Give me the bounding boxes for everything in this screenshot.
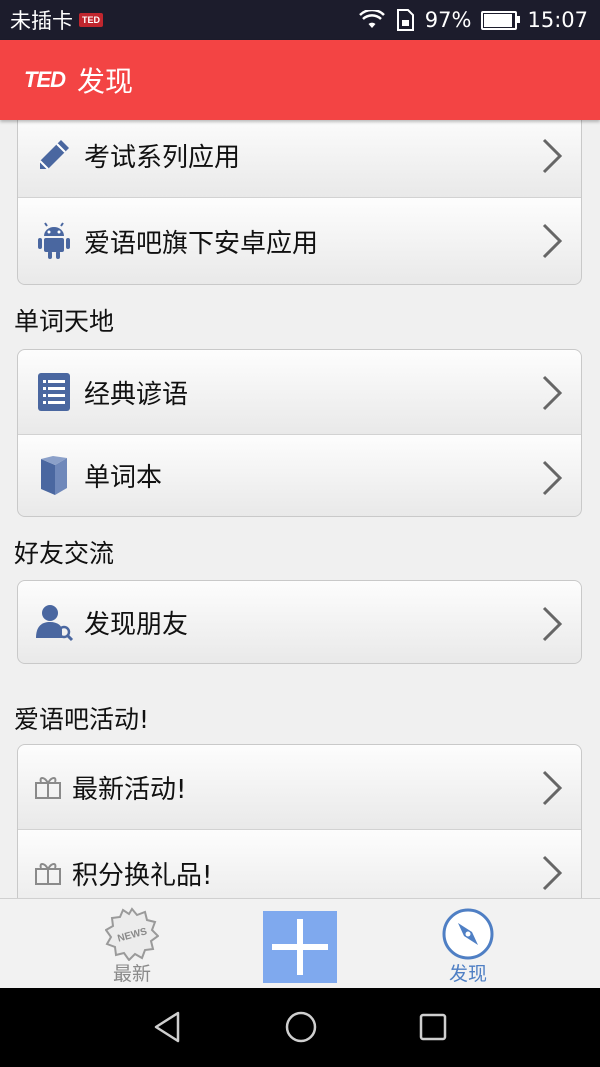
status-bar: 未插卡 TED 97% 15:07 bbox=[0, 0, 600, 40]
compass-icon bbox=[442, 908, 494, 960]
list-item-points-exchange[interactable]: 积分换礼品! bbox=[18, 830, 581, 898]
apps-card: 考试系列应用 爱语吧旗下安卓应用 bbox=[17, 120, 582, 285]
battery-percent: 97% bbox=[424, 8, 472, 32]
bottom-nav: NEWS 最新 发现 bbox=[0, 898, 600, 989]
pencil-icon bbox=[34, 135, 74, 175]
list-icon bbox=[34, 372, 74, 412]
tab-news-label: 最新 bbox=[112, 963, 151, 985]
page-title: 发现 bbox=[77, 65, 134, 98]
chevron-right-icon bbox=[542, 138, 563, 174]
system-nav-bar bbox=[0, 988, 600, 1067]
discover-list[interactable]: 考试系列应用 爱语吧旗下安卓应用 单词天地 经典谚语 单词本 好友交流 发现朋友… bbox=[0, 120, 600, 898]
back-icon[interactable] bbox=[152, 1010, 182, 1044]
chevron-right-icon bbox=[542, 855, 563, 891]
section-title-friends: 好友交流 bbox=[14, 539, 115, 568]
chevron-right-icon bbox=[542, 223, 563, 259]
sim-icon bbox=[396, 9, 414, 31]
gift-icon bbox=[32, 767, 64, 807]
tab-discover-label: 发现 bbox=[448, 963, 487, 985]
home-icon[interactable] bbox=[284, 1010, 318, 1044]
carrier-text: 未插卡 bbox=[10, 9, 73, 33]
add-button[interactable] bbox=[263, 911, 337, 983]
chevron-right-icon bbox=[542, 606, 563, 642]
battery-icon bbox=[481, 10, 521, 30]
section-title-words: 单词天地 bbox=[14, 307, 115, 336]
list-item-proverbs[interactable]: 经典谚语 bbox=[18, 350, 581, 435]
plus-icon bbox=[272, 919, 328, 975]
friends-card: 发现朋友 bbox=[17, 580, 582, 664]
wifi-icon bbox=[358, 10, 385, 28]
chevron-right-icon bbox=[542, 460, 563, 496]
chevron-right-icon bbox=[542, 375, 563, 411]
find-friend-icon bbox=[34, 602, 74, 642]
list-item-label: 考试系列应用 bbox=[84, 142, 241, 173]
list-item-label: 爱语吧旗下安卓应用 bbox=[84, 228, 319, 259]
chevron-right-icon bbox=[542, 770, 563, 806]
words-card: 经典谚语 单词本 bbox=[17, 349, 582, 517]
list-item-find-friends[interactable]: 发现朋友 bbox=[18, 581, 581, 663]
list-item-label: 积分换礼品! bbox=[72, 860, 213, 891]
gift-icon bbox=[32, 853, 64, 893]
list-item-exam-apps[interactable]: 考试系列应用 bbox=[18, 120, 581, 198]
book-icon bbox=[34, 455, 74, 496]
list-item-latest-events[interactable]: 最新活动! bbox=[18, 745, 581, 830]
tab-discover[interactable]: 发现 bbox=[418, 907, 518, 986]
clock: 15:07 bbox=[527, 8, 588, 32]
list-item-label: 发现朋友 bbox=[84, 609, 189, 640]
section-title-events: 爱语吧活动! bbox=[14, 705, 150, 734]
list-item-vocabulary-book[interactable]: 单词本 bbox=[18, 435, 581, 516]
list-item-android-apps[interactable]: 爱语吧旗下安卓应用 bbox=[18, 198, 581, 284]
app-bar: TED 发现 bbox=[0, 40, 600, 120]
recents-icon[interactable] bbox=[418, 1012, 448, 1042]
news-badge-icon: NEWS bbox=[104, 907, 160, 962]
list-item-label: 单词本 bbox=[84, 463, 163, 493]
ted-logo: TED bbox=[24, 67, 66, 92]
ted-notification-icon: TED bbox=[79, 13, 103, 27]
events-card: 最新活动! 积分换礼品! bbox=[17, 744, 582, 898]
list-item-label: 最新活动! bbox=[72, 774, 187, 805]
list-item-label: 经典谚语 bbox=[84, 379, 189, 410]
tab-news[interactable]: NEWS 最新 bbox=[82, 907, 182, 986]
android-icon bbox=[34, 221, 74, 261]
